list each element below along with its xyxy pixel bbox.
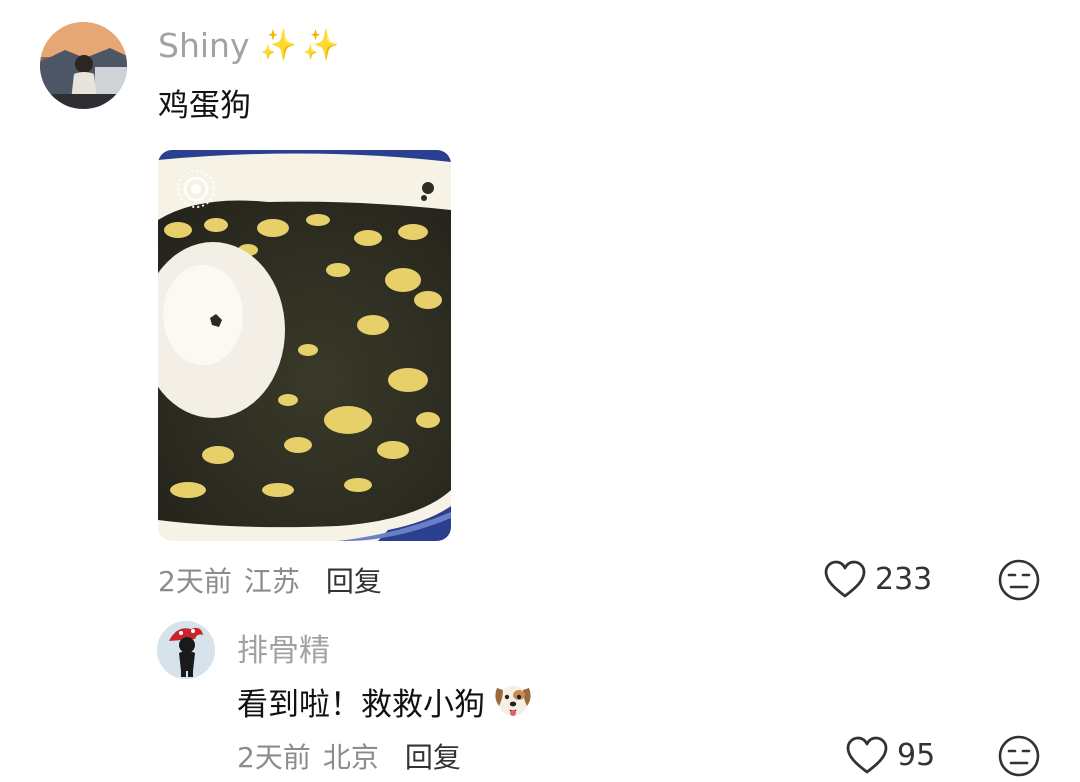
replier-avatar[interactable] bbox=[157, 621, 215, 679]
reply-dislike-button[interactable] bbox=[997, 734, 1041, 782]
dog-face-emoji bbox=[491, 680, 535, 724]
reply-reply-button[interactable]: 回复 bbox=[405, 736, 461, 776]
comment-like-count: 233 bbox=[875, 561, 933, 597]
reply-location: 北京 bbox=[322, 741, 379, 774]
comment-reply-button[interactable]: 回复 bbox=[326, 560, 382, 600]
replier-username[interactable]: 排骨精 bbox=[237, 625, 330, 670]
neutral-face-icon bbox=[998, 735, 1040, 777]
sparkles-icon: ✨ ✨ bbox=[259, 28, 339, 63]
heart-outline-icon bbox=[824, 560, 866, 598]
comment-location: 江苏 bbox=[243, 565, 300, 598]
comment-dislike-button[interactable] bbox=[997, 558, 1041, 606]
reply-like-button[interactable]: 95 bbox=[845, 735, 935, 775]
commenter-avatar[interactable] bbox=[40, 22, 127, 109]
heart-outline-icon bbox=[846, 736, 888, 774]
commenter-username[interactable]: Shiny bbox=[158, 26, 249, 65]
reply-text[interactable]: 看到啦！救救小狗 bbox=[237, 679, 485, 724]
reply-like-count: 95 bbox=[897, 737, 936, 773]
reply-time: 2天前 bbox=[237, 741, 311, 774]
live-photo-icon bbox=[175, 168, 217, 210]
comment-text[interactable]: 鸡蛋狗 bbox=[158, 80, 251, 125]
comment-like-button[interactable]: 233 bbox=[823, 559, 932, 599]
comment-time: 2天前 bbox=[158, 565, 232, 598]
neutral-face-icon bbox=[998, 559, 1040, 601]
